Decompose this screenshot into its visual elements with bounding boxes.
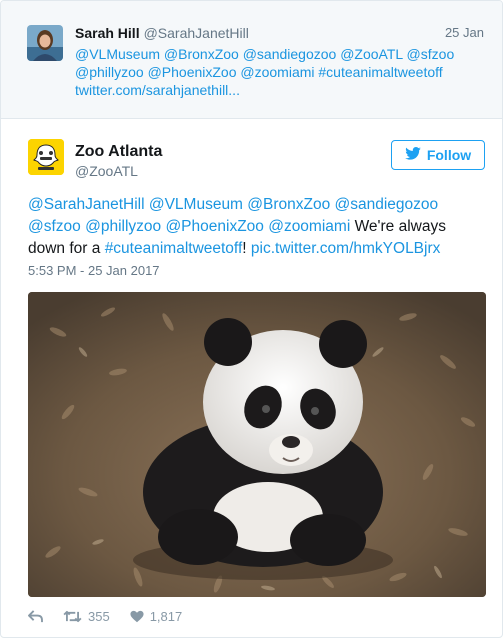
tweet-embed-card: Sarah Hill @SarahJanetHill 25 Jan @VLMuse…: [0, 0, 503, 638]
tweet-body-end: !: [242, 240, 251, 257]
pic-link[interactable]: pic.twitter.com/hmkYOLBjrx: [251, 240, 441, 257]
follow-button[interactable]: Follow: [391, 140, 485, 170]
parent-tweet-date[interactable]: 25 Jan: [445, 25, 484, 40]
retweet-count: 355: [88, 608, 110, 624]
tweet-actions: 355 1,817: [28, 607, 202, 625]
author-name[interactable]: Zoo Atlanta: [75, 143, 162, 161]
heart-icon: [130, 610, 144, 623]
parent-author-name[interactable]: Sarah Hill: [75, 25, 140, 41]
parent-tweet-text[interactable]: @VLMuseum @BronxZoo @sandiegozoo @ZooATL…: [75, 45, 480, 99]
retweet-button[interactable]: 355: [63, 609, 110, 624]
tweet-timestamp[interactable]: 5:53 PM - 25 Jan 2017: [28, 263, 160, 278]
tweet-text: @SarahJanetHill @VLMuseum @BronxZoo @san…: [28, 194, 483, 260]
twitter-bird-icon: [405, 147, 421, 163]
author-handle[interactable]: @ZooATL: [75, 163, 138, 179]
parent-author-handle[interactable]: @SarahJanetHill: [144, 25, 249, 41]
retweet-icon: [63, 610, 82, 623]
tweet-photo-panda-cub[interactable]: [28, 292, 486, 597]
hashtag-link[interactable]: #cuteanimaltweetoff: [105, 240, 243, 257]
like-button[interactable]: 1,817: [130, 608, 183, 624]
parent-tweet-header: Sarah Hill @SarahJanetHill: [75, 25, 249, 41]
reply-button[interactable]: [28, 609, 43, 623]
zoo-atlanta-avatar[interactable]: [28, 139, 64, 175]
like-count: 1,817: [149, 608, 183, 624]
sarah-hill-avatar[interactable]: [27, 25, 63, 61]
parent-tweet[interactable]: Sarah Hill @SarahJanetHill 25 Jan @VLMuse…: [1, 1, 502, 119]
reply-icon: [28, 609, 43, 623]
follow-label: Follow: [426, 147, 472, 163]
